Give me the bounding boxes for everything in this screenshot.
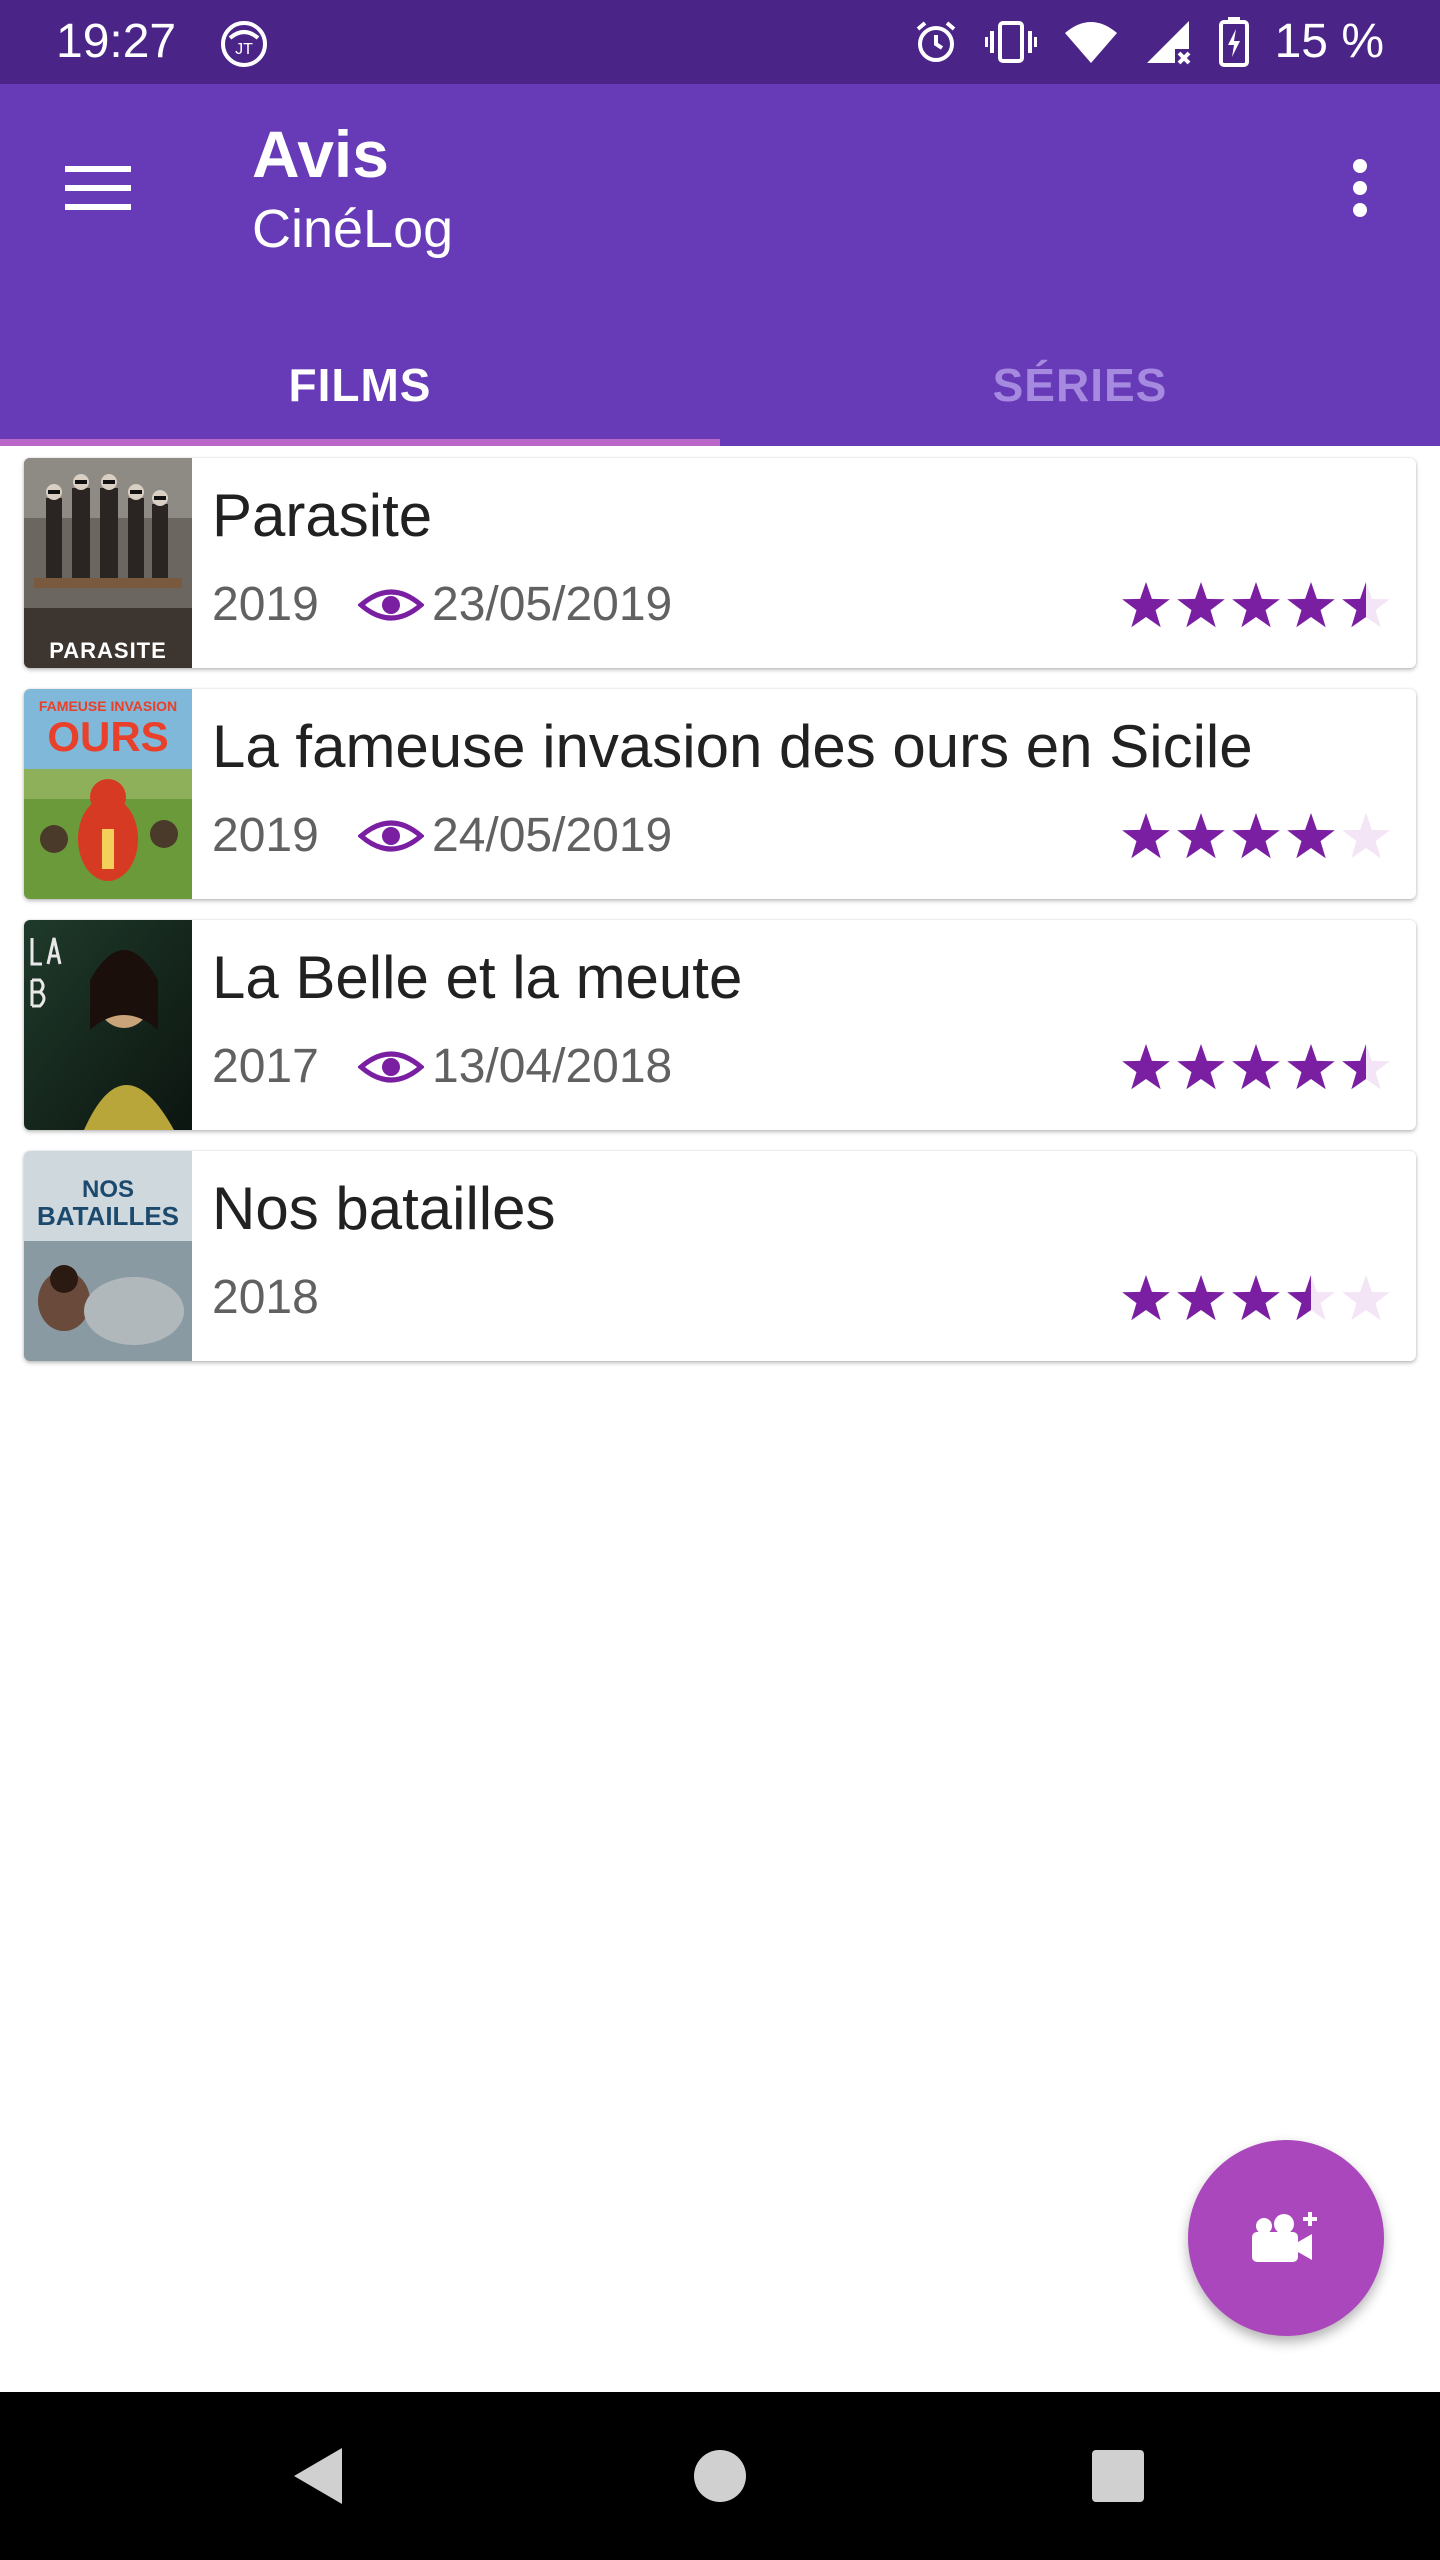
rating-star-icon: [1122, 813, 1170, 859]
recents-icon: [1092, 2450, 1144, 2502]
rating-star-icon: [1342, 582, 1390, 628]
back-button[interactable]: [280, 2438, 356, 2514]
more-vert-icon: [1353, 159, 1367, 217]
status-time: 19:27: [56, 15, 177, 68]
rating-star-icon: [1177, 1044, 1225, 1090]
watched-info: 13/04/2018: [358, 1038, 672, 1096]
movie-poster: NOS BATAILLES: [24, 1151, 192, 1361]
rating-star-icon: [1122, 1044, 1170, 1090]
movie-poster: [24, 920, 192, 1130]
rating-star-icon: [1232, 813, 1280, 859]
recents-button[interactable]: [1080, 2438, 1156, 2514]
overflow-menu-button[interactable]: [1310, 138, 1410, 238]
rating-star-icon: [1122, 1275, 1170, 1321]
star-rating: [1122, 582, 1390, 628]
movie-year: 2019: [212, 809, 319, 862]
star-rating: [1122, 1044, 1390, 1090]
tab-films[interactable]: FILMS: [0, 324, 720, 446]
vibrate-icon: [984, 21, 1037, 63]
rating-star-icon: [1177, 813, 1225, 859]
add-video-camera-icon: [1252, 2212, 1317, 2262]
movie-title: Nos batailles: [212, 1175, 556, 1242]
battery-percent: 15 %: [1274, 15, 1384, 68]
poster-caption: PARASITE: [49, 638, 167, 663]
rating-star-icon: [1287, 813, 1335, 859]
menu-icon: [65, 166, 131, 210]
app-bar: Avis CinéLog FILMS SÉRIES: [0, 84, 1440, 446]
rating-star-icon: [1122, 582, 1170, 628]
rating-star-icon: [1232, 1044, 1280, 1090]
movie-card[interactable]: NOS BATAILLES Nos batailles 2018: [24, 1151, 1416, 1361]
status-icons: 15 %: [913, 14, 1384, 70]
rating-star-icon: [1232, 1275, 1280, 1321]
movie-year: 2018: [212, 1271, 319, 1324]
svg-text:OURS: OURS: [47, 713, 168, 760]
signal-icon: [1146, 21, 1191, 65]
tab-indicator: [0, 439, 720, 446]
movie-title: La fameuse invasion des ours en Sicile: [212, 713, 1253, 780]
tab-series[interactable]: SÉRIES: [720, 324, 1440, 446]
eye-icon: [358, 589, 424, 621]
rating-star-icon: [1342, 1044, 1390, 1090]
watched-date: 13/04/2018: [432, 1040, 673, 1093]
status-bar: 19:27 JT 15 %: [0, 0, 1440, 84]
star-rating: [1122, 1275, 1390, 1321]
svg-text:FAMEUSE INVASION: FAMEUSE INVASION: [39, 698, 177, 714]
add-movie-fab[interactable]: [1188, 2140, 1384, 2336]
movie-poster: FAMEUSE INVASION OURS: [24, 689, 192, 899]
page-title: Avis: [252, 117, 389, 191]
movie-year: 2019: [212, 578, 319, 631]
star-rating: [1122, 813, 1390, 859]
rating-star-icon: [1342, 813, 1390, 859]
watched-date: 24/05/2019: [432, 809, 673, 862]
rating-star-icon: [1287, 1275, 1335, 1321]
rating-star-icon: [1232, 582, 1280, 628]
page-subtitle: CinéLog: [252, 199, 454, 259]
home-button[interactable]: [682, 2438, 758, 2514]
rating-star-icon: [1177, 582, 1225, 628]
movie-year: 2017: [212, 1040, 319, 1093]
movie-title: La Belle et la meute: [212, 944, 743, 1011]
alarm-icon: [916, 21, 955, 62]
rating-star-icon: [1287, 582, 1335, 628]
watched-date: 23/05/2019: [432, 578, 673, 631]
battery-icon: [1218, 17, 1249, 67]
rating-star-icon: [1342, 1275, 1390, 1321]
wifi-icon: [1064, 22, 1117, 63]
watched-info: 23/05/2019: [358, 576, 672, 634]
rating-star-icon: [1177, 1275, 1225, 1321]
movie-list: PARASITE Parasite 2019 23/05/2019 FAMEUS…: [24, 458, 1416, 1382]
movie-title: Parasite: [212, 482, 433, 549]
tab-bar: FILMS SÉRIES: [0, 324, 1440, 446]
menu-button[interactable]: [48, 138, 148, 238]
movie-poster: PARASITE: [24, 458, 192, 668]
home-icon: [694, 2450, 746, 2502]
movie-card[interactable]: FAMEUSE INVASION OURS La fameuse invasio…: [24, 689, 1416, 899]
eye-icon: [358, 820, 424, 852]
watched-info: 24/05/2019: [358, 807, 672, 865]
back-icon: [294, 2448, 342, 2504]
movie-card[interactable]: La Belle et la meute 2017 13/04/2018: [24, 920, 1416, 1130]
notification-app-icon: JT: [221, 21, 267, 67]
rating-star-icon: [1287, 1044, 1335, 1090]
system-nav-bar: [0, 2392, 1440, 2560]
svg-text:JT: JT: [235, 41, 253, 58]
svg-text:BATAILLES: BATAILLES: [37, 1201, 179, 1231]
svg-text:NOS: NOS: [82, 1176, 134, 1203]
movie-card[interactable]: PARASITE Parasite 2019 23/05/2019: [24, 458, 1416, 668]
eye-icon: [358, 1051, 424, 1083]
